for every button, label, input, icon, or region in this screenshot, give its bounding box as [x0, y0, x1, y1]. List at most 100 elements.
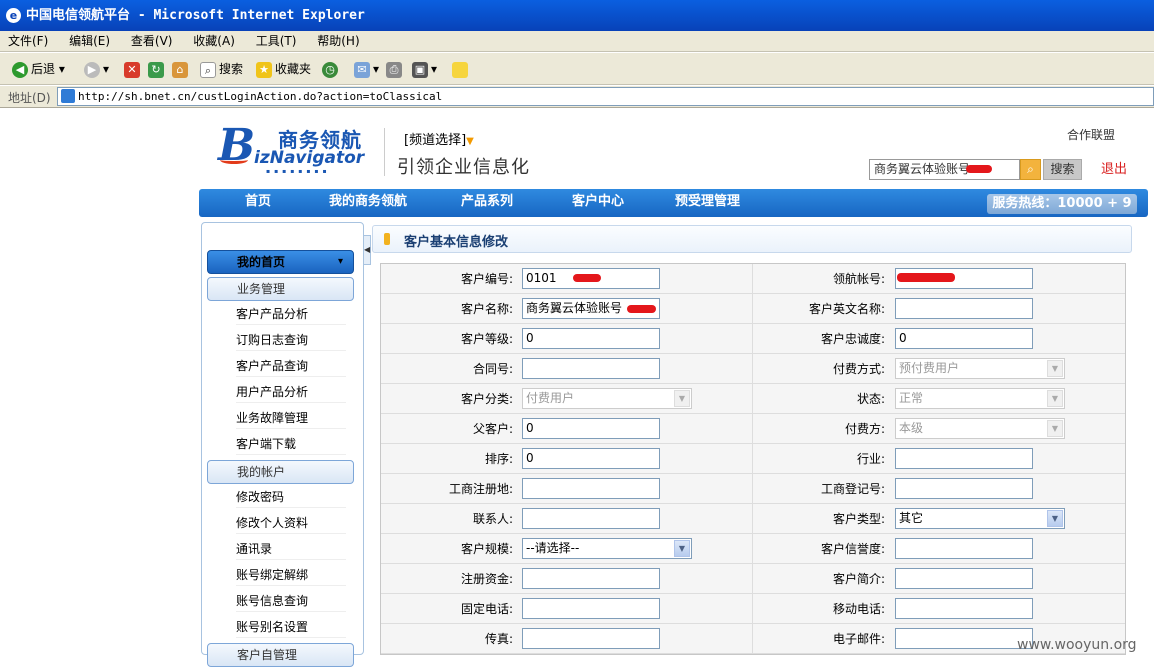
redaction-mark	[627, 305, 656, 313]
customer-credit-field[interactable]	[895, 538, 1033, 559]
chevron-down-icon: ▼	[1047, 360, 1063, 377]
menu-view[interactable]: 查看(V)	[131, 31, 173, 51]
chevron-down-icon: ▼	[1047, 390, 1063, 407]
forward-button[interactable]: ▶ ▾	[84, 59, 109, 79]
section-title: 客户基本信息修改	[404, 235, 509, 250]
customer-loyalty-field[interactable]: 0	[895, 328, 1033, 349]
sidebar-item[interactable]: 客户端下载	[236, 433, 346, 455]
field-label: 付费方:	[844, 422, 885, 436]
sort-order-field[interactable]: 0	[522, 448, 660, 469]
print-button[interactable]: ⎙	[386, 59, 405, 79]
nav-products[interactable]: 产品系列	[461, 189, 513, 217]
field-label: 工商登记号:	[820, 482, 885, 496]
nav-customer-center[interactable]: 客户中心	[572, 189, 624, 217]
landline-field[interactable]	[522, 598, 660, 619]
chevron-down-icon: ▼	[674, 540, 690, 557]
customer-category-select[interactable]: 付费用户 ▼	[522, 388, 692, 409]
payment-method-select[interactable]: 预付费用户 ▼	[895, 358, 1065, 379]
nav-pre-accept[interactable]: 预受理管理	[675, 189, 740, 217]
sidebar-item[interactable]: 客户产品分析	[236, 303, 346, 325]
nav-home[interactable]: 首页	[245, 189, 271, 217]
form-row: 客户规模: --请选择-- ▼ 客户信誉度:	[381, 534, 1125, 564]
back-button[interactable]: ◀ 后退 ▾	[12, 59, 65, 79]
ie-icon: e	[6, 8, 21, 23]
redaction-mark	[897, 273, 955, 282]
refresh-button[interactable]: ↻	[148, 59, 167, 79]
channel-select[interactable]: [频道选择]▼	[404, 129, 474, 148]
mobile-field[interactable]	[895, 598, 1033, 619]
sidebar-item[interactable]: 账号别名设置	[236, 616, 346, 638]
chevron-down-icon: ▼	[1047, 420, 1063, 437]
sidebar-item[interactable]: 业务故障管理	[236, 407, 346, 429]
header-divider	[384, 128, 385, 176]
edit-icon: ▣	[412, 61, 428, 78]
industry-field[interactable]	[895, 448, 1033, 469]
form-row: 固定电话: 移动电话:	[381, 594, 1125, 624]
menu-file[interactable]: 文件(F)	[8, 31, 48, 51]
bullet-icon	[384, 233, 390, 245]
messenger-button[interactable]	[452, 59, 471, 79]
menu-help[interactable]: 帮助(H)	[317, 31, 359, 51]
edit-button[interactable]: ▣ ▾	[412, 59, 437, 79]
sidebar-item[interactable]: 客户产品查询	[236, 355, 346, 377]
status-select[interactable]: 正常 ▼	[895, 388, 1065, 409]
registration-place-field[interactable]	[522, 478, 660, 499]
sidebar-group-business[interactable]: 业务管理	[207, 277, 354, 301]
mail-button[interactable]: ✉ ▾	[354, 59, 379, 79]
sidebar-group-self-manage[interactable]: 客户自管理	[207, 643, 354, 667]
payer-select[interactable]: 本级 ▼	[895, 418, 1065, 439]
field-label: 客户编号:	[460, 272, 513, 286]
parent-customer-field[interactable]: 0	[522, 418, 660, 439]
customer-scale-select[interactable]: --请选择-- ▼	[522, 538, 692, 559]
search-submit-button[interactable]: 搜索	[1043, 159, 1082, 180]
contact-person-field[interactable]	[522, 508, 660, 529]
registration-number-field[interactable]	[895, 478, 1033, 499]
search-button[interactable]: ⌕ 搜索	[200, 59, 243, 79]
form-row: 工商注册地: 工商登记号:	[381, 474, 1125, 504]
email-field[interactable]	[895, 628, 1033, 649]
sidebar-group-account[interactable]: 我的帐户	[207, 460, 354, 484]
sidebar-item[interactable]: 订购日志查询	[236, 329, 346, 351]
customer-level-field[interactable]: 0	[522, 328, 660, 349]
customer-english-name-field[interactable]	[895, 298, 1033, 319]
stop-button[interactable]: ✕	[124, 59, 143, 79]
customer-intro-field[interactable]	[895, 568, 1033, 589]
partner-link[interactable]: 合作联盟	[1067, 126, 1115, 143]
customer-type-select[interactable]: 其它 ▼	[895, 508, 1065, 529]
browser-toolbar: ◀ 后退 ▾ ▶ ▾ ✕ ↻ ⌂ ⌕ 搜索 ★ 收藏夹 ◷ ✉ ▾ ⎙ ▣ ▾	[0, 53, 1154, 85]
contract-number-field[interactable]	[522, 358, 660, 379]
logout-link[interactable]: 退出	[1101, 158, 1127, 177]
logo-tagline: ▪▪▪▪▪▪▪▪	[266, 168, 331, 175]
sidebar-item[interactable]: 修改密码	[236, 486, 346, 508]
search-icon[interactable]: ⌕	[1020, 159, 1041, 180]
sidebar-item[interactable]: 修改个人资料	[236, 512, 346, 534]
field-label: 客户忠诚度:	[820, 332, 885, 346]
menu-edit[interactable]: 编辑(E)	[69, 31, 110, 51]
field-label: 状态:	[856, 392, 885, 406]
fax-field[interactable]	[522, 628, 660, 649]
site-search-input[interactable]: 商务翼云体验账号	[869, 159, 1020, 180]
home-button[interactable]: ⌂	[172, 59, 191, 79]
collapse-chevron-icon[interactable]: ◀	[363, 235, 371, 265]
field-label: 传真:	[484, 632, 513, 646]
sidebar-item[interactable]: 用户产品分析	[236, 381, 346, 403]
logo-swoosh	[220, 156, 248, 164]
menu-tools[interactable]: 工具(T)	[256, 31, 297, 51]
window-titlebar: e 中国电信领航平台 - Microsoft Internet Explorer	[0, 0, 1154, 31]
biz-navigator-logo[interactable]: B 商务领航 izNavigator ▪▪▪▪▪▪▪▪	[218, 122, 378, 176]
menu-favorites[interactable]: 收藏(A)	[193, 31, 235, 51]
form-row: 传真: 电子邮件:	[381, 624, 1125, 654]
registered-capital-field[interactable]	[522, 568, 660, 589]
address-input[interactable]: http://sh.bnet.cn/custLoginAction.do?act…	[57, 87, 1154, 106]
sidebar-item[interactable]: 账号信息查询	[236, 590, 346, 612]
history-button[interactable]: ◷	[322, 59, 341, 79]
sidebar-item[interactable]: 账号绑定解绑	[236, 564, 346, 586]
sidebar-item[interactable]: 通讯录	[236, 538, 346, 560]
favorites-button[interactable]: ★ 收藏夹	[256, 59, 311, 79]
logo-en: izNavigator	[254, 148, 365, 168]
sidebar-item-home[interactable]: 我的首页 ▾	[207, 250, 354, 274]
nav-my-biz[interactable]: 我的商务领航	[329, 189, 407, 217]
field-label: 联系人:	[472, 512, 513, 526]
stop-icon: ✕	[124, 61, 140, 78]
sidebar: ◀ 我的首页 ▾ 业务管理 客户产品分析 订购日志查询 客户产品查询 用户产品分析…	[201, 222, 371, 667]
